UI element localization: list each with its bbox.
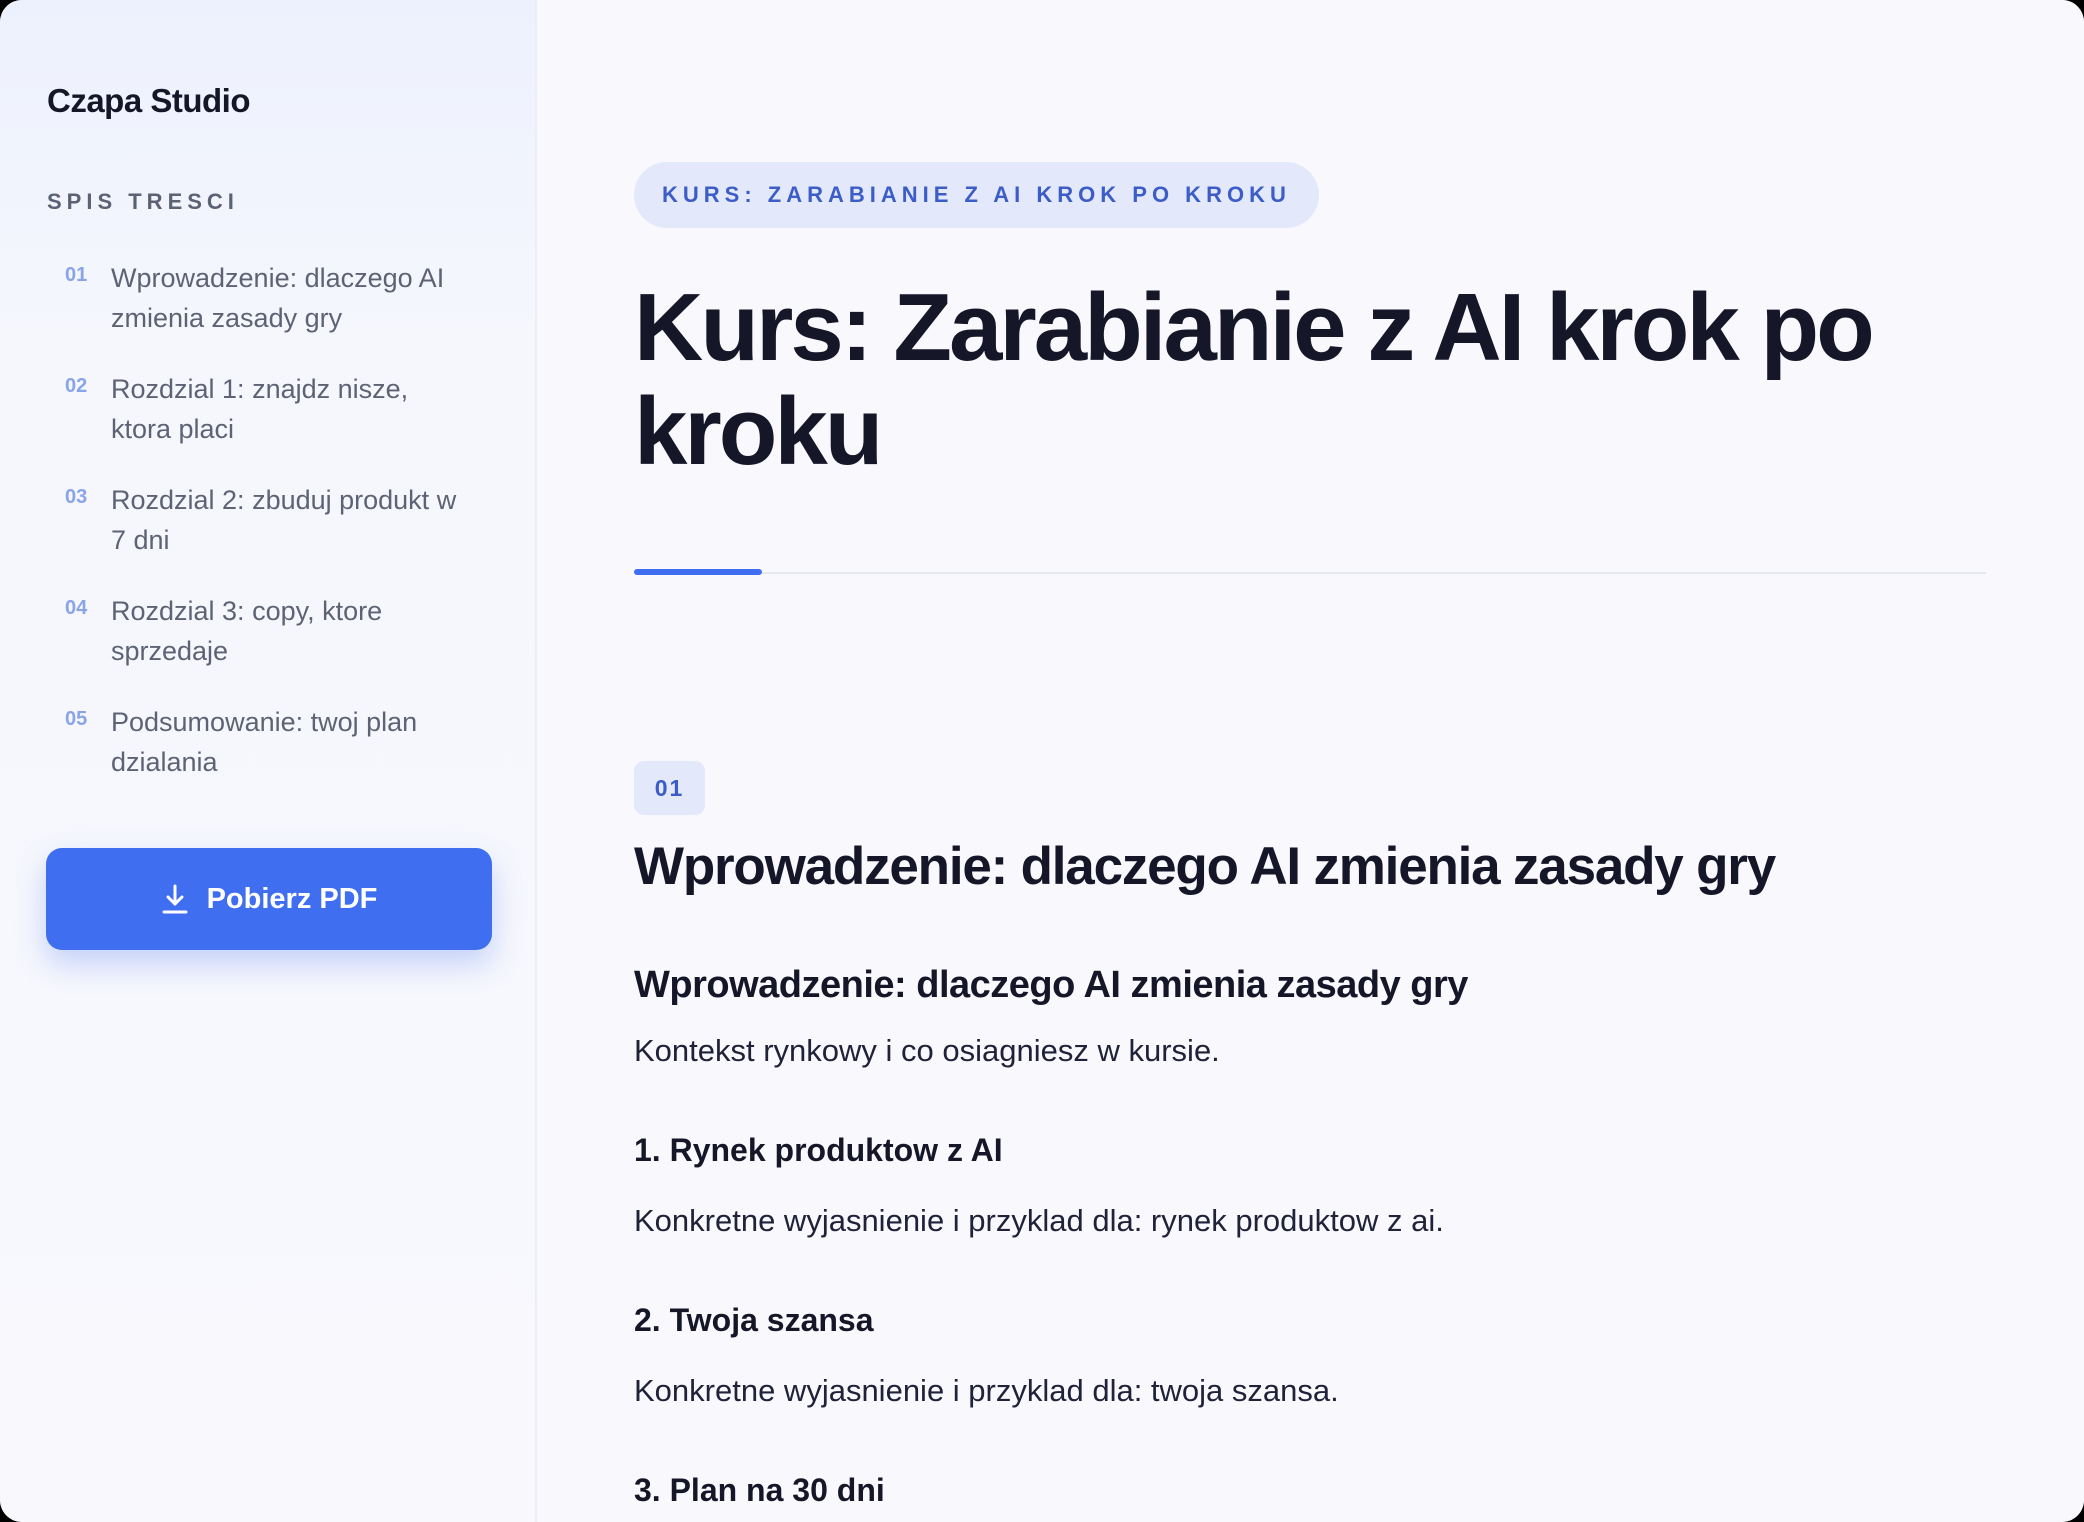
toc-item-chapter-2[interactable]: 03 Rozdzial 2: zbuduj produkt w 7 dni xyxy=(47,480,487,591)
page-title: Kurs: Zarabianie z AI krok po kroku xyxy=(634,274,1875,485)
section-title: Wprowadzenie: dlaczego AI zmienia zasady… xyxy=(634,837,1776,896)
sidebar: Czapa Studio SPIS TRESCI 01 Wprowadzenie… xyxy=(0,0,537,1522)
app-window: Czapa Studio SPIS TRESCI 01 Wprowadzenie… xyxy=(0,0,2084,1522)
toc-item-chapter-3[interactable]: 04 Rozdzial 3: copy, ktore sprzedaje xyxy=(47,591,487,702)
toc-item-number: 05 xyxy=(65,708,88,730)
section-number-badge: 01 xyxy=(634,761,705,815)
point-heading: 3. Plan na 30 dni xyxy=(634,1472,885,1508)
toc-item-label: Rozdzial 1: znajdz nisze, ktora placi xyxy=(111,374,409,444)
download-pdf-label: Pobierz PDF xyxy=(206,882,378,915)
toc-item-label: Rozdzial 3: copy, ktore sprzedaje xyxy=(111,596,383,666)
section-subtitle: Wprowadzenie: dlaczego AI zmienia zasady… xyxy=(634,964,1468,1006)
section-content: Wprowadzenie: dlaczego AI zmienia zasady… xyxy=(634,960,1984,1512)
toc-heading: SPIS TRESCI xyxy=(47,189,239,214)
title-divider-accent xyxy=(634,569,762,575)
toc-item-label: Podsumowanie: twoj plan dzialania xyxy=(111,707,418,777)
toc-item-chapter-1[interactable]: 02 Rozdzial 1: znajdz nisze, ktora placi xyxy=(47,369,487,480)
download-pdf-button[interactable]: Pobierz PDF xyxy=(46,848,492,950)
point-heading: 2. Twoja szansa xyxy=(634,1302,874,1338)
toc-item-number: 01 xyxy=(65,264,88,286)
toc-item-number: 04 xyxy=(65,597,88,619)
toc-item-number: 02 xyxy=(65,375,88,397)
point-body: Konkretne wyjasnienie i przyklad dla: ry… xyxy=(634,1203,1444,1238)
section-lead: Kontekst rynkowy i co osiagniesz w kursi… xyxy=(634,1033,1220,1068)
brand-logo[interactable]: Czapa Studio xyxy=(47,82,251,120)
toc-item-label: Rozdzial 2: zbuduj produkt w 7 dni xyxy=(111,485,457,555)
point-body: Konkretne wyjasnienie i przyklad dla: tw… xyxy=(634,1373,1339,1408)
main-content: KURS: ZARABIANIE Z AI KROK PO KROKU Kurs… xyxy=(537,0,2084,1522)
download-icon xyxy=(162,884,188,914)
table-of-contents: 01 Wprowadzenie: dlaczego AI zmienia zas… xyxy=(47,258,487,813)
title-divider xyxy=(634,572,1986,574)
course-kicker-badge: KURS: ZARABIANIE Z AI KROK PO KROKU xyxy=(634,162,1319,228)
toc-item-number: 03 xyxy=(65,486,88,508)
toc-item-intro[interactable]: 01 Wprowadzenie: dlaczego AI zmienia zas… xyxy=(47,258,487,369)
point-heading: 1. Rynek produktow z AI xyxy=(634,1132,1003,1168)
toc-item-label: Wprowadzenie: dlaczego AI zmienia zasady… xyxy=(111,263,445,333)
toc-item-summary[interactable]: 05 Podsumowanie: twoj plan dzialania xyxy=(47,702,487,813)
